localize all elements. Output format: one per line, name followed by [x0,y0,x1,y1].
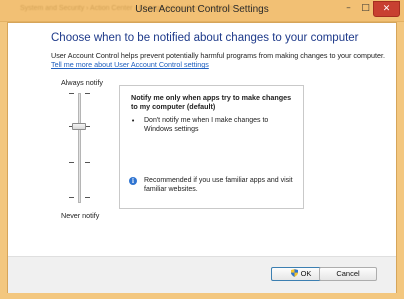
slider-tick-left [69,162,74,163]
slider-tick-right [85,93,90,94]
dialog-footer: OK Cancel [8,256,396,293]
slider-tick-right [85,197,90,198]
slider-tick-left [69,93,74,94]
info-icon: i [129,177,137,185]
uac-help-link[interactable]: Tell me more about User Account Control … [51,60,209,69]
cancel-button[interactable]: Cancel [319,267,377,281]
bullet-marker: • [131,117,136,125]
setting-title: Notify me only when apps try to make cha… [131,93,292,111]
never-notify-label: Never notify [61,211,100,220]
maximize-button[interactable]: □ [357,1,374,17]
setting-description-box: Notify me only when apps try to make cha… [119,85,304,209]
setting-recommendation: Recommended if you use familiar apps and… [144,177,293,193]
page-description: User Account Control helps prevent poten… [51,51,385,60]
slider-tick-left [69,197,74,198]
slider-thumb[interactable] [72,123,86,130]
slider-track[interactable] [78,93,81,203]
close-button[interactable]: ✕ [373,1,400,17]
slider-tick-right [85,162,90,163]
uac-settings-window: System and Security › Action Center › Ch… [0,0,404,299]
setting-bullet-text: Don't notify me when I make changes to W… [144,117,269,133]
page-heading: Choose when to be notified about changes… [51,32,359,44]
always-notify-label: Always notify [61,78,103,87]
minimize-button[interactable]: – [340,1,357,17]
ok-label: OK [300,269,312,278]
title-bar[interactable]: System and Security › Action Center › Ch… [0,0,404,22]
shield-icon [290,269,298,277]
dialog-content: Choose when to be notified about changes… [7,22,397,293]
